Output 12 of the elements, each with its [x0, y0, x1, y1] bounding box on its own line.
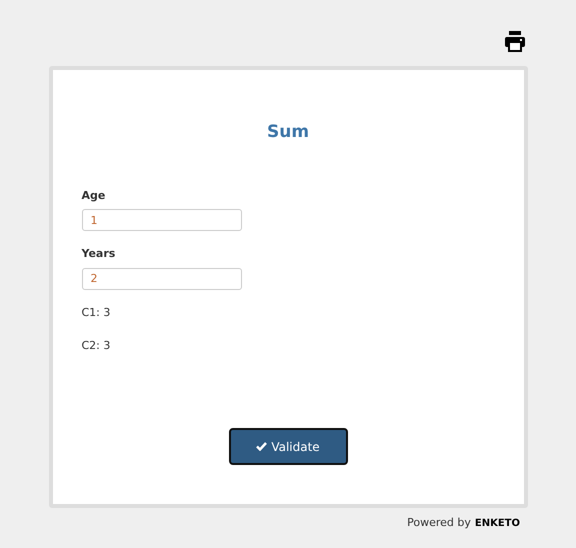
note-text: C2: 3	[82, 338, 110, 354]
print-icon[interactable]	[504, 30, 526, 52]
question-label: Age	[82, 188, 106, 204]
note-text: C1: 3	[82, 304, 110, 320]
input-field[interactable]: 2	[82, 268, 242, 290]
brand-logo[interactable]: ENKETO	[474, 516, 520, 531]
check-icon	[256, 442, 268, 451]
question-label: Years	[82, 246, 116, 262]
validate-button[interactable]: Validate	[228, 428, 348, 465]
powered-by-text: Powered by	[407, 515, 471, 531]
form-title: Sum	[266, 121, 310, 144]
input-field[interactable]: 1	[82, 209, 242, 231]
